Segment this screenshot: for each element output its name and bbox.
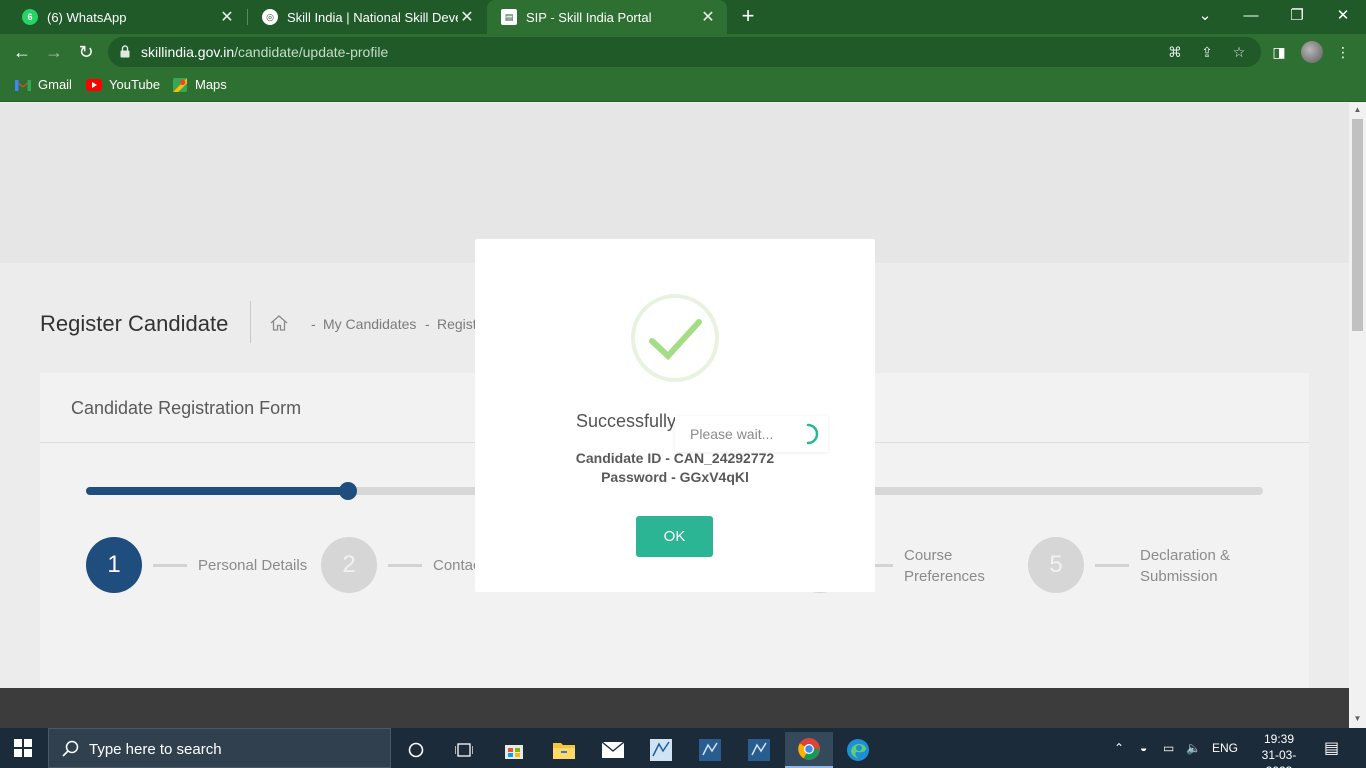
- portal-icon: ▤: [501, 9, 517, 25]
- windows-start-icon[interactable]: [14, 739, 32, 757]
- windows-taskbar: Type here to search ⌃ ◒ ▭ 🔈 ENG 19:39 31…: [0, 728, 1366, 768]
- cortana-icon[interactable]: [392, 732, 440, 768]
- tab-sip-portal[interactable]: ▤ SIP - Skill India Portal ✕: [487, 0, 727, 34]
- tab-title: Skill India | National Skill Develop: [287, 9, 458, 25]
- workbench-icon-2[interactable]: [735, 732, 783, 768]
- spinner-icon: [806, 423, 819, 445]
- scroll-up-icon[interactable]: ▲: [1349, 103, 1366, 117]
- url-host: skillindia.gov.in: [141, 44, 235, 60]
- bookmarks-bar: Gmail YouTube Maps: [0, 70, 1366, 102]
- profile-avatar[interactable]: [1301, 41, 1323, 63]
- scroll-down-icon[interactable]: ▼: [1349, 712, 1366, 726]
- file-explorer-icon[interactable]: [540, 732, 588, 768]
- sql-tool-icon[interactable]: [637, 732, 685, 768]
- tab-search-chevron-icon[interactable]: ⌄: [1182, 0, 1228, 34]
- show-hidden-icons-icon[interactable]: ⌃: [1114, 728, 1124, 768]
- store-icon[interactable]: [490, 732, 538, 768]
- notifications-icon[interactable]: ▤: [1324, 728, 1339, 768]
- address-bar[interactable]: skillindia.gov.in/candidate/update-profi…: [108, 37, 1261, 67]
- modal-heading: Successfully: [576, 411, 677, 431]
- bookmark-maps[interactable]: Maps: [172, 77, 227, 92]
- url-path: /candidate/update-profile: [234, 44, 389, 60]
- chrome-icon[interactable]: [785, 732, 833, 768]
- tab-title: (6) WhatsApp: [47, 9, 127, 25]
- tab-title: SIP - Skill India Portal: [526, 9, 652, 25]
- loading-text: Please wait...: [690, 426, 774, 442]
- tab-strip: 6 (6) WhatsApp ✕ ◎ Skill India | Nationa…: [0, 0, 1366, 34]
- task-view-icon[interactable]: [440, 732, 488, 768]
- taskbar-clock[interactable]: 19:39 31-03-2023: [1251, 731, 1307, 768]
- whatsapp-icon: 6: [22, 9, 38, 25]
- loading-toast: Please wait...: [675, 416, 828, 452]
- network-icon[interactable]: ◒: [1140, 728, 1147, 768]
- tab-skill-india[interactable]: ◎ Skill India | National Skill Develop ✕: [248, 0, 486, 34]
- language-indicator[interactable]: ENG: [1212, 728, 1238, 768]
- clock-time: 19:39: [1263, 732, 1295, 746]
- share-icon[interactable]: ⇪: [1198, 43, 1216, 61]
- emblem-icon: ◎: [262, 9, 278, 25]
- workbench-icon[interactable]: [686, 732, 734, 768]
- url-text: skillindia.gov.in/candidate/update-profi…: [141, 44, 388, 60]
- forward-button[interactable]: →: [42, 40, 66, 64]
- mail-icon[interactable]: [589, 732, 637, 768]
- close-icon[interactable]: ✕: [458, 7, 476, 27]
- edge-icon[interactable]: [834, 732, 882, 768]
- close-icon[interactable]: ✕: [218, 7, 236, 27]
- bookmark-youtube[interactable]: YouTube: [86, 77, 160, 92]
- lock-icon: [120, 45, 130, 58]
- page-footer: [0, 688, 1349, 728]
- scroll-thumb[interactable]: [1352, 119, 1363, 331]
- restore-button[interactable]: ❐: [1274, 0, 1320, 34]
- password-text: Password - GGxV4qKl: [601, 469, 749, 485]
- clock-date: 31-03-2023: [1261, 748, 1297, 768]
- menu-kebab-icon[interactable]: ⋮: [1333, 42, 1353, 62]
- close-window-button[interactable]: ✕: [1320, 0, 1366, 34]
- browser-toolbar: ← → ↻ skillindia.gov.in/candidate/update…: [0, 34, 1366, 70]
- bookmark-label: YouTube: [109, 77, 161, 92]
- youtube-icon: [86, 78, 102, 91]
- volume-icon[interactable]: 🔈: [1186, 728, 1201, 768]
- bookmark-gmail[interactable]: Gmail: [15, 77, 72, 92]
- side-panel-icon[interactable]: ◨: [1269, 42, 1289, 62]
- reload-button[interactable]: ↻: [74, 40, 98, 64]
- bookmark-label: Maps: [195, 77, 227, 92]
- checkmark-icon: [649, 319, 702, 361]
- search-placeholder: Type here to search: [89, 741, 222, 758]
- translate-icon[interactable]: ⌘: [1166, 43, 1184, 61]
- close-icon[interactable]: ✕: [699, 7, 717, 27]
- battery-icon[interactable]: ▭: [1163, 728, 1174, 768]
- back-button[interactable]: ←: [10, 40, 34, 64]
- candidate-id-text: Candidate ID - CAN_24292772: [575, 450, 775, 466]
- gmail-icon: [15, 79, 31, 91]
- taskbar-search-box[interactable]: Type here to search: [48, 728, 391, 768]
- bookmark-label: Gmail: [38, 77, 72, 92]
- search-icon: [62, 740, 79, 757]
- ok-button[interactable]: OK: [636, 516, 713, 557]
- tab-whatsapp[interactable]: 6 (6) WhatsApp ✕: [8, 0, 246, 34]
- maps-icon: [173, 77, 187, 92]
- bookmark-star-icon[interactable]: ☆: [1230, 43, 1248, 61]
- minimize-button[interactable]: —: [1228, 0, 1274, 34]
- success-ring: [631, 294, 719, 382]
- page-scrollbar[interactable]: ▲ ▼: [1349, 103, 1366, 728]
- new-tab-button[interactable]: +: [736, 4, 760, 28]
